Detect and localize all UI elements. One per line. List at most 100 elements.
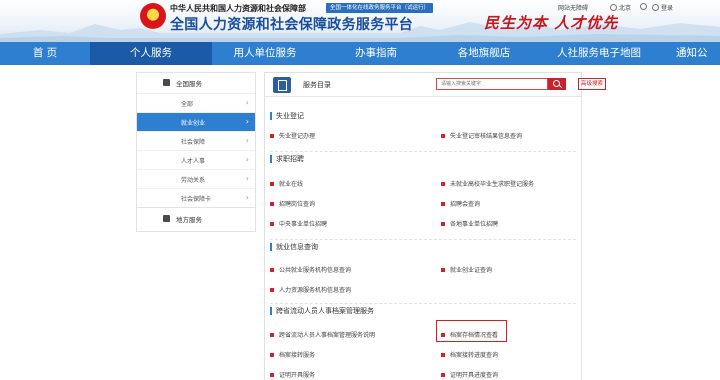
sidebar-item-social-security[interactable]: 社会保障 ›	[137, 131, 255, 150]
service-link[interactable]: 档案接转进度查询	[441, 350, 498, 359]
service-link-label: 就业在线	[279, 181, 304, 188]
service-link[interactable]: 就业在线	[270, 179, 303, 188]
service-link[interactable]: 公共就业服务机构信息查询	[270, 265, 351, 274]
service-link[interactable]: 证明开具进度查询	[441, 370, 498, 379]
bullet-icon	[441, 352, 445, 357]
service-link[interactable]: 证明开具服务	[270, 370, 315, 379]
nav-local-stores[interactable]: 各地旗舰店	[434, 42, 534, 65]
section-title: 跨省流动人员人事档案管理服务	[270, 304, 576, 318]
service-link[interactable]: 各地事业单位招聘	[441, 219, 498, 228]
sidebar-item-social-security-card[interactable]: 社会保障卡 ›	[137, 188, 255, 207]
service-link-label: 招聘会查询	[450, 201, 481, 208]
section-archive-management: 跨省流动人员人事档案管理服务	[270, 303, 576, 318]
national-service-icon	[163, 79, 170, 86]
beta-badge: 全国一体化在线政务服务平台（试运行）	[326, 3, 434, 13]
service-link-label: 中央事业单位招聘	[279, 221, 328, 228]
accessibility-label: 网站无障碍	[558, 5, 589, 12]
search-icon[interactable]	[548, 78, 566, 90]
nav-employer-services[interactable]: 用人单位服务	[212, 42, 318, 65]
sidebar-item-labor-relations[interactable]: 劳动关系 ›	[137, 169, 255, 188]
site-header: 中华人民共和国人力资源和社会保障部 全国一体化在线政务服务平台（试运行） 全国人…	[0, 0, 720, 42]
nav-service-map[interactable]: 人社服务电子地图	[534, 42, 664, 65]
chevron-right-icon: ›	[245, 117, 249, 126]
panel-title: 服务目录	[303, 81, 331, 89]
service-link-label: 档案接转进度查询	[450, 352, 499, 359]
highlight-box	[436, 320, 507, 342]
chevron-right-icon: ›	[245, 193, 249, 202]
bullet-icon	[270, 372, 274, 377]
bullet-icon	[270, 287, 274, 292]
bullet-icon	[441, 372, 445, 377]
bullet-icon	[270, 332, 274, 337]
service-link-label: 招聘岗位查询	[279, 201, 316, 208]
bullet-icon	[441, 221, 445, 226]
sidebar-item-local-services[interactable]: 地方服务	[137, 207, 255, 229]
nav-service-guide[interactable]: 办事指南	[318, 42, 434, 65]
login-link[interactable]: 登录	[652, 3, 673, 12]
bullet-icon	[441, 201, 445, 206]
service-link[interactable]: 人力资源服务机构信息查询	[270, 285, 351, 294]
bullet-icon	[441, 133, 445, 138]
location-selector[interactable]: 北京	[610, 3, 631, 12]
sidebar-item-label: 全部	[181, 100, 194, 108]
search-input[interactable]	[436, 78, 548, 90]
sidebar-bottom-label: 地方服务	[176, 215, 202, 224]
nav-home[interactable]: 首 页	[0, 42, 90, 65]
slogan: 民生为本 人才优先	[484, 14, 619, 32]
service-link[interactable]: 失业登记办理	[270, 131, 315, 140]
section-title: 就业信息查询	[270, 240, 576, 254]
sidebar-item-all[interactable]: 全部 ›	[137, 93, 255, 112]
national-emblem-icon	[140, 3, 166, 29]
service-link[interactable]: 档案接转服务	[270, 350, 315, 359]
service-link[interactable]: 未就业高校毕业生求职登记服务	[441, 179, 534, 188]
bullet-icon	[441, 267, 445, 272]
service-link-label: 失业登记审核结果信息查询	[450, 133, 523, 140]
bullet-icon	[270, 201, 274, 206]
service-link-label: 证明开具服务	[279, 372, 316, 379]
location-label: 北京	[619, 5, 632, 12]
service-link[interactable]: 招聘会查询	[441, 199, 480, 208]
section-title: 失业登记	[270, 109, 576, 123]
sidebar-item-label: 就业创业	[181, 119, 206, 127]
sidebar-item-label: 劳动关系	[181, 176, 206, 184]
site-title: 全国人力资源和社会保障政务服务平台	[170, 17, 414, 33]
user-icon	[640, 3, 647, 10]
service-link-label: 证明开具进度查询	[450, 372, 499, 379]
bullet-icon	[270, 181, 274, 186]
sidebar: 全国服务 全部 › 就业创业 › 社会保障 › 人才人事 › 劳动关系 › 社会…	[136, 72, 256, 232]
user-icon-link[interactable]	[640, 3, 647, 10]
service-link-label: 各地事业单位招聘	[450, 221, 499, 228]
service-link[interactable]: 中央事业单位招聘	[270, 219, 327, 228]
sidebar-item-talent[interactable]: 人才人事 ›	[137, 150, 255, 169]
sidebar-item-label: 人才人事	[181, 157, 206, 165]
service-link[interactable]: 招聘岗位查询	[270, 199, 315, 208]
login-label: 登录	[661, 5, 674, 12]
bullet-icon	[441, 181, 445, 186]
bullet-icon	[270, 352, 274, 357]
service-link-label: 跨省流动人员人事档案管理服务说明	[279, 332, 376, 339]
section-job-recruitment: 求职招聘	[270, 151, 576, 166]
chevron-right-icon: ›	[245, 136, 249, 145]
sidebar-item-label: 社会保障	[181, 138, 206, 146]
service-link-label: 未就业高校毕业生求职登记服务	[450, 181, 535, 188]
bullet-icon	[270, 133, 274, 138]
service-link[interactable]: 失业登记审核结果信息查询	[441, 131, 522, 140]
chevron-right-icon: ›	[245, 174, 249, 183]
sidebar-item-label: 社会保障卡	[181, 195, 212, 203]
service-link-label: 就业创业证查询	[450, 267, 493, 274]
local-service-icon	[163, 215, 170, 222]
ministry-name: 中华人民共和国人力资源和社会保障部	[170, 4, 306, 13]
login-icon	[652, 4, 659, 11]
catalog-doc-icon	[273, 77, 291, 93]
accessibility-link[interactable]: 网站无障碍	[558, 3, 588, 12]
nav-personal-services[interactable]: 个人服务	[90, 42, 212, 65]
location-icon	[610, 4, 617, 11]
service-link[interactable]: 跨省流动人员人事档案管理服务说明	[270, 330, 375, 339]
service-link[interactable]: 就业创业证查询	[441, 265, 492, 274]
service-catalog-panel: 服务目录 失业登记 失业登记办理 失业登记审核结果信息查询 求职招聘 就业在线 …	[264, 72, 582, 380]
advanced-search-button[interactable]: 高级搜索	[578, 78, 606, 90]
sidebar-item-employment[interactable]: 就业创业 ›	[137, 112, 255, 131]
service-link-label: 档案接转服务	[279, 352, 316, 359]
nav-notices[interactable]: 通知公	[664, 42, 720, 65]
section-unemployment-registration: 失业登记	[270, 109, 576, 123]
